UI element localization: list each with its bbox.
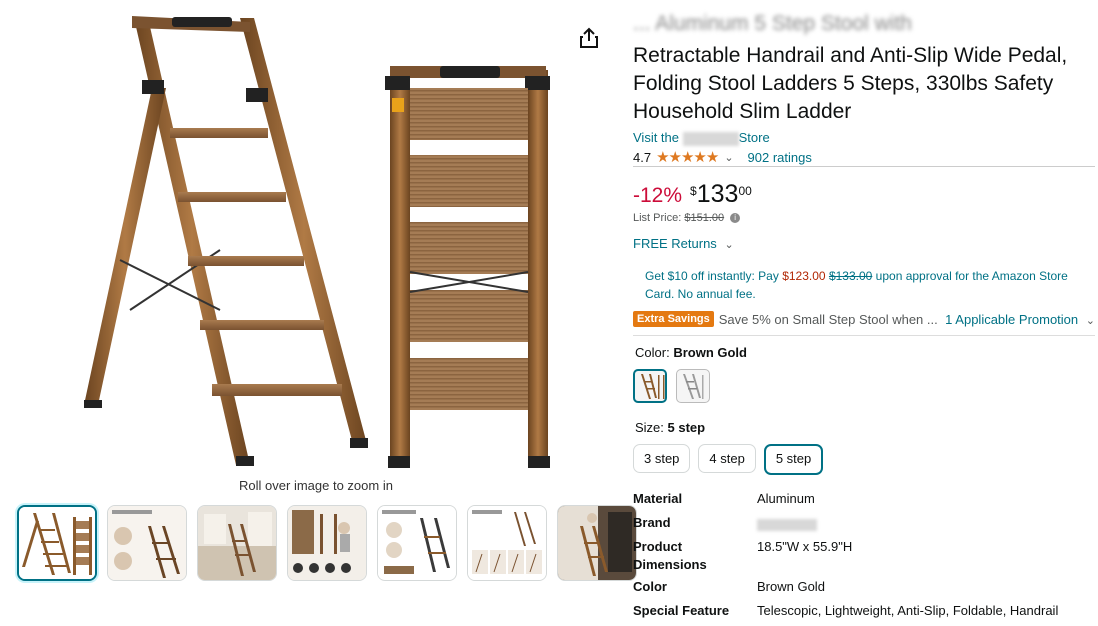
price-fraction: 00 — [738, 184, 752, 198]
color-label: Color: Brown Gold — [635, 345, 747, 360]
thumbnail-4[interactable] — [287, 505, 367, 581]
size-4-step-button[interactable]: 4 step — [698, 444, 756, 473]
list-price-value: $151.00 — [684, 212, 725, 224]
visit-suffix: Store — [738, 130, 770, 145]
size-label: Size: 5 step — [635, 420, 705, 435]
image-gallery: Roll over image to zoom in — [0, 0, 637, 624]
main-product-image[interactable] — [70, 10, 550, 475]
thumbnail-7[interactable] — [557, 505, 637, 581]
visit-prefix: Visit the — [633, 130, 680, 145]
free-returns-label: FREE Returns — [633, 236, 717, 251]
price-whole: 133 — [696, 180, 739, 208]
thumbnail-1[interactable] — [17, 505, 97, 581]
spec-value — [757, 514, 817, 538]
offer-new-price: $123.00 — [782, 269, 826, 283]
thumbnail-6[interactable] — [467, 505, 547, 581]
list-price-label: List Price: — [633, 212, 682, 224]
spec-row: Special Feature Telescopic, Lightweight,… — [633, 602, 1058, 626]
price-currency: $ — [690, 184, 697, 198]
star-rating-icon[interactable]: ★★★★★ — [656, 148, 719, 166]
applicable-promotion-link[interactable]: 1 Applicable Promotion ⌄ — [945, 312, 1095, 327]
promo-row: Extra Savings Save 5% on Small Step Stoo… — [633, 311, 1095, 327]
ratings-count-link[interactable]: 902 ratings — [748, 150, 812, 165]
spec-value: Aluminum — [757, 491, 815, 506]
swatch-brown-gold[interactable] — [633, 369, 667, 403]
extra-savings-badge: Extra Savings — [633, 311, 714, 327]
spec-row: Brand — [633, 514, 1058, 538]
promo-text: Save 5% on Small Step Stool when ... — [718, 311, 938, 327]
chevron-down-icon[interactable]: ⌄ — [724, 151, 733, 164]
list-price: List Price: $151.00 i — [633, 212, 741, 224]
size-3-step-button[interactable]: 3 step — [633, 444, 691, 473]
offer-prefix: Get $10 off instantly: Pay — [645, 269, 779, 283]
spec-row: Material Aluminum — [633, 490, 1058, 514]
color-label-text: Color: — [635, 345, 670, 360]
thumbnail-5[interactable] — [377, 505, 457, 581]
spec-key: Product Dimensions — [633, 539, 707, 572]
color-swatches — [633, 369, 710, 403]
thumbnail-2[interactable] — [107, 505, 187, 581]
price-block: -12% $ 133 00 — [633, 180, 752, 208]
spec-key: Color — [633, 579, 667, 594]
offer-old-price: $133.00 — [828, 269, 873, 283]
spec-row: Color Brown Gold — [633, 578, 1058, 602]
size-options: 3 step 4 step 5 step — [633, 444, 824, 475]
swatch-silver[interactable] — [676, 369, 710, 403]
spec-row: Product Dimensions 18.5"W x 55.9"H — [633, 538, 1058, 578]
product-title: Retractable Handrail and Anti-Slip Wide … — [633, 44, 1068, 123]
share-icon[interactable] — [578, 26, 600, 50]
chevron-down-icon: ⌄ — [724, 239, 734, 251]
size-5-step-button[interactable]: 5 step — [763, 444, 824, 475]
free-returns-link[interactable]: FREE Returns ⌄ — [633, 236, 734, 251]
brand-redacted — [757, 518, 817, 531]
spec-value: Brown Gold — [757, 579, 825, 594]
zoom-hint: Roll over image to zoom in — [239, 478, 393, 493]
store-name-redacted — [682, 131, 739, 146]
spec-value: Telescopic, Lightweight, Anti-Slip, Fold… — [757, 603, 1059, 618]
thumbnail-3[interactable] — [197, 505, 277, 581]
title-clipped-line: ... Aluminum 5 Step Stool with — [633, 12, 912, 35]
thumbnail-strip — [17, 505, 637, 581]
rating-row: 4.7 ★★★★★ ⌄ 902 ratings — [633, 148, 812, 166]
visit-store-link[interactable]: Visit the Store — [633, 130, 770, 146]
size-selected: 5 step — [667, 420, 706, 435]
spec-key: Material — [633, 491, 683, 506]
chevron-down-icon: ⌄ — [1085, 314, 1095, 327]
size-label-text: Size: — [635, 420, 664, 435]
spec-key: Special Feature — [633, 603, 730, 618]
specs-table: Material Aluminum Brand Product Dimensio… — [633, 490, 1058, 626]
promo-link-label: 1 Applicable Promotion — [945, 311, 1079, 327]
divider — [633, 335, 1095, 336]
info-icon[interactable]: i — [730, 213, 741, 224]
spec-value: 18.5"W x 55.9"H — [757, 539, 853, 554]
divider — [633, 166, 1095, 167]
discount-percent: -12% — [633, 184, 683, 207]
rating-value: 4.7 — [633, 149, 652, 165]
color-selected: Brown Gold — [673, 345, 747, 360]
spec-key: Brand — [633, 515, 671, 530]
store-card-offer[interactable]: Get $10 off instantly: Pay $123.00 $133.… — [645, 267, 1095, 303]
